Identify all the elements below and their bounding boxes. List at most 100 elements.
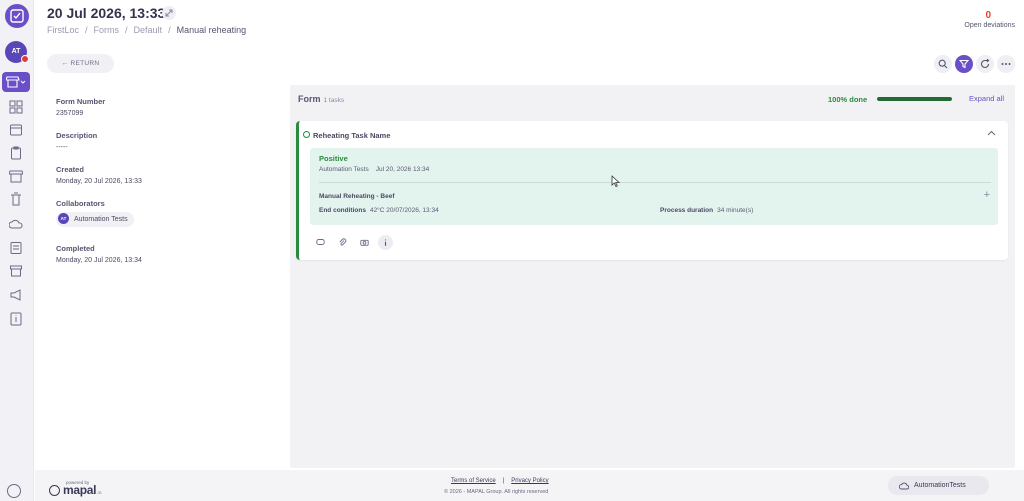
task-result: Positive Automation Tests Jul 20, 2026 13… — [310, 148, 998, 225]
mapal-logo-icon — [49, 485, 60, 496]
collaborator-name: Automation Tests — [74, 216, 128, 223]
user-avatar[interactable]: AT — [5, 41, 29, 63]
megaphone-icon[interactable] — [9, 288, 23, 302]
settings-icon[interactable] — [7, 484, 21, 498]
tasks-count: 1 tasks — [323, 97, 345, 104]
info-icon — [384, 239, 387, 246]
trash-icon[interactable] — [9, 192, 23, 206]
created-label: Created — [56, 165, 84, 174]
clipboard-icon[interactable] — [9, 146, 23, 160]
copyright: © 2026 - MAPAL Group. All rights reserve… — [444, 489, 549, 495]
store-icon[interactable] — [9, 169, 23, 183]
created-value: Monday, 20 Jul 2026, 13:33 — [56, 178, 142, 185]
task-card: Reheating Task Name Positive Automation … — [296, 121, 1008, 260]
comment-button[interactable] — [313, 235, 328, 250]
info-book-icon[interactable] — [9, 312, 23, 326]
notification-dot — [21, 55, 29, 63]
refresh-button[interactable] — [976, 55, 994, 73]
breadcrumb: FirstLoc / Forms / Default / Manual reheating — [47, 25, 247, 35]
search-icon — [938, 59, 948, 69]
form-number-value: 2357099 — [56, 110, 84, 117]
process-duration: Process duration 34 minute(s) — [660, 207, 753, 214]
left-rail: AT — [0, 0, 34, 501]
archive-icon[interactable] — [9, 264, 23, 278]
end-conditions-value: 42°C 20/07/2026, 13:34 — [369, 207, 439, 214]
result-meta: Automation Tests Jul 20, 2026 13:34 — [319, 166, 436, 173]
collaborator-chip[interactable]: AT Automation Tests — [56, 212, 134, 227]
process-duration-label: Process duration — [660, 207, 714, 214]
privacy-policy-link[interactable]: Privacy Policy — [511, 478, 548, 484]
progress-label: 100% done — [828, 95, 868, 104]
progress-bar — [877, 97, 952, 101]
footer-separator: | — [502, 478, 505, 484]
camera-icon — [360, 239, 369, 246]
breadcrumb-default[interactable]: Default — [134, 25, 163, 35]
organization-name: AutomationTests — [914, 482, 966, 489]
description-value: ----- — [56, 144, 68, 151]
collaborators-label: Collaborators — [56, 199, 105, 208]
progress-fill — [877, 97, 952, 101]
expand-icon[interactable] — [162, 6, 176, 20]
result-status: Positive — [319, 154, 348, 163]
documents-icon[interactable] — [9, 241, 23, 255]
breadcrumb-location[interactable]: FirstLoc — [47, 25, 79, 35]
brand-name: mapal — [63, 483, 97, 497]
description-label: Description — [56, 131, 98, 140]
filter-button[interactable] — [955, 55, 973, 73]
comment-icon — [316, 239, 325, 245]
form-number-field: Form Number 2357099 — [56, 97, 105, 117]
add-icon[interactable]: + — [984, 189, 990, 201]
process-duration-value: 34 minute(s) — [717, 207, 754, 214]
expand-all-link[interactable]: Expand all — [969, 94, 1004, 103]
paperclip-icon — [339, 238, 347, 246]
created-field: Created Monday, 20 Jul 2026, 13:33 — [56, 165, 142, 185]
collaborator-avatar: AT — [58, 212, 69, 224]
task-name[interactable]: Reheating Task Name — [313, 131, 390, 140]
return-button[interactable]: ← RETURN — [47, 54, 114, 73]
task-status-icon — [303, 131, 310, 138]
breadcrumb-current: Manual reheating — [176, 25, 247, 35]
end-conditions-label: End conditions — [319, 207, 366, 214]
avatar-initials: AT — [11, 48, 21, 55]
more-icon — [1001, 63, 1011, 65]
location-menu-button[interactable] — [2, 72, 30, 92]
description-field: Description ----- — [56, 131, 97, 151]
form-title-text: Form — [298, 94, 321, 104]
result-date: Jul 20, 2026 13:34 — [375, 166, 430, 173]
footer-links: Terms of Service | Privacy Policy — [451, 478, 549, 484]
divider — [319, 182, 991, 183]
camera-button[interactable] — [357, 235, 372, 250]
mouse-cursor-icon — [611, 175, 620, 187]
form-panel: Form 1 tasks 100% done Expand all Reheati… — [290, 85, 1015, 468]
subtask-title: Manual Reheating - Beef — [319, 193, 395, 200]
chevron-up-icon[interactable] — [987, 130, 996, 136]
page-title: 20 Jul 2026, 13:33 — [47, 5, 166, 21]
cloud-icon[interactable] — [9, 217, 23, 231]
completed-label: Completed — [56, 244, 95, 253]
app-logo-icon[interactable] — [5, 4, 29, 28]
completed-value: Monday, 20 Jul 2026, 13:34 — [56, 257, 142, 264]
brand-suffix: os — [97, 490, 102, 495]
terms-of-service-link[interactable]: Terms of Service — [451, 478, 496, 484]
cloud-org-icon — [899, 482, 909, 490]
organization-chip[interactable]: AutomationTests — [888, 476, 989, 495]
filter-icon — [959, 59, 969, 69]
refresh-icon — [980, 59, 990, 69]
result-author: Automation Tests — [319, 166, 369, 173]
footer: powered by mapalos Terms of Service | Priv… — [35, 470, 1024, 501]
open-deviations-count[interactable]: 0 — [985, 10, 991, 21]
form-number-label: Form Number — [56, 97, 106, 106]
collaborators-field: Collaborators AT Automation Tests — [56, 199, 134, 227]
brand-logo: mapalos — [63, 483, 102, 497]
dashboard-icon[interactable] — [9, 100, 23, 114]
completed-field: Completed Monday, 20 Jul 2026, 13:34 — [56, 244, 142, 264]
info-button[interactable] — [378, 235, 393, 250]
attachment-button[interactable] — [335, 235, 350, 250]
end-conditions: End conditions 42°C 20/07/2026, 13:34 — [319, 207, 439, 214]
breadcrumb-forms[interactable]: Forms — [94, 25, 120, 35]
form-title: Form 1 tasks — [298, 94, 344, 104]
tasks-icon[interactable] — [9, 123, 23, 137]
more-options-button[interactable] — [997, 55, 1015, 73]
search-button[interactable] — [934, 55, 952, 73]
open-deviations-label[interactable]: Open deviations — [964, 22, 1015, 29]
